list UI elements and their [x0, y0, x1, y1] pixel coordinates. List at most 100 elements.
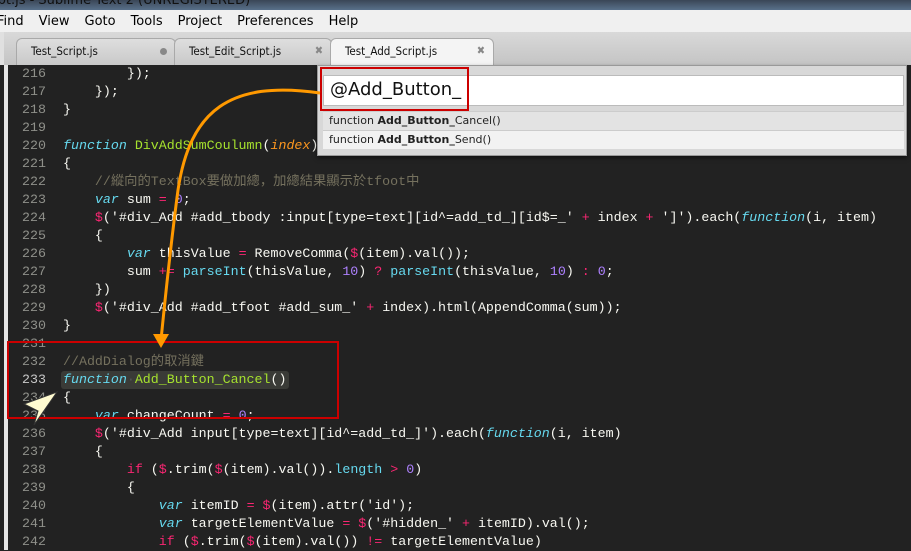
line-number: 217 — [22, 84, 46, 99]
line-number: 218 — [22, 102, 46, 117]
code-text: }); — [63, 83, 119, 101]
code-token: ']').each( — [653, 210, 742, 225]
code-line[interactable]: 237 { — [8, 443, 911, 461]
code-token: $ — [190, 534, 199, 549]
code-text: { — [63, 389, 71, 407]
result-prefix: function — [329, 133, 378, 146]
menu-help[interactable]: Help — [329, 14, 359, 29]
menu-bar: Find View Goto Tools Project Preferences… — [0, 10, 911, 32]
code-token: (thisValue, — [454, 264, 550, 279]
symbol-result[interactable]: function Add_Button_Send() — [323, 130, 904, 149]
menu-find[interactable]: Find — [0, 14, 24, 29]
code-token: () — [270, 372, 287, 387]
code-token: thisValue — [150, 246, 239, 261]
tab-test-add-script[interactable]: Test_Add_Script.js ✖ — [330, 38, 494, 65]
code-token: ( — [174, 534, 191, 549]
result-match: Add_Button_ — [377, 114, 455, 127]
line-number: 237 — [22, 444, 46, 459]
code-line[interactable]: 223 var sum = 0; — [8, 191, 911, 209]
code-line[interactable]: 221 { — [8, 155, 911, 173]
code-token: $ — [94, 210, 103, 225]
code-text: function·Add_Button_Cancel() — [63, 371, 286, 389]
line-number: 222 — [22, 174, 46, 189]
line-number: 219 — [22, 120, 46, 135]
code-line[interactable]: 229 $('#div_Add #add_tfoot #add_sum_' + … — [8, 299, 911, 317]
code-text: { — [63, 479, 135, 497]
symbol-result[interactable]: function Add_Button_Cancel() — [323, 111, 904, 130]
code-token: ; — [246, 408, 255, 423]
code-line[interactable]: 238 if ($.trim($(item).val()).length > 0… — [8, 461, 911, 479]
menu-project[interactable]: Project — [178, 14, 222, 29]
code-text: }); — [63, 65, 151, 83]
code-text: { — [63, 227, 103, 245]
code-token: index — [589, 210, 646, 225]
code-line[interactable]: 242 if ($.trim($(item).val()) != targetE… — [8, 533, 911, 551]
tab-test-script[interactable]: Test_Script.js — [16, 38, 176, 65]
code-line[interactable]: 225 { — [8, 227, 911, 245]
close-icon[interactable]: ✖ — [477, 44, 485, 57]
code-line[interactable]: 234 { — [8, 389, 911, 407]
code-token: { — [63, 228, 103, 243]
code-token: var — [158, 498, 183, 513]
menu-view[interactable]: View — [39, 14, 70, 29]
code-token: if — [126, 462, 143, 477]
code-token: ('#div_Add #add_tfoot #add_sum_' — [102, 300, 367, 315]
code-token: }) — [63, 282, 111, 297]
code-line[interactable]: 226 var thisValue = RemoveComma($(item).… — [8, 245, 911, 263]
code-token: }); — [63, 84, 119, 99]
code-token: ; — [182, 192, 191, 207]
code-line[interactable]: 230} — [8, 317, 911, 335]
code-line[interactable]: 231 — [8, 335, 911, 353]
code-line[interactable]: 235 var changeCount = 0; — [8, 407, 911, 425]
code-line[interactable]: 224 $('#div_Add #add_tbody :input[type=t… — [8, 209, 911, 227]
code-line[interactable]: 228 }) — [8, 281, 911, 299]
code-text: if ($.trim($(item).val()).length > 0) — [63, 461, 422, 479]
code-line[interactable]: 239 { — [8, 479, 911, 497]
code-token: }); — [63, 66, 151, 81]
code-line[interactable]: 236 $('#div_Add input[type=text][id^=add… — [8, 425, 911, 443]
tab-test-edit-script[interactable]: Test_Edit_Script.js ✖ — [174, 38, 332, 65]
code-text: var targetElementValue = $('#hidden_' + … — [63, 515, 590, 533]
title-bar: ipt.js - Sublime Text 2 (UNREGISTERED) — [0, 0, 911, 10]
code-token: $ — [214, 462, 223, 477]
code-token: (item).attr('id'); — [270, 498, 415, 513]
code-token: + — [462, 516, 471, 531]
code-token: += — [158, 264, 175, 279]
code-line[interactable]: 227 sum += parseInt(thisValue, 10) ? par… — [8, 263, 911, 281]
line-number: 228 — [22, 282, 46, 297]
code-token: = — [158, 192, 167, 207]
code-text: if ($.trim($(item).val()) != targetEleme… — [63, 533, 542, 551]
code-token: ( — [142, 462, 159, 477]
menu-goto[interactable]: Goto — [85, 14, 116, 29]
modified-dot-icon[interactable] — [160, 48, 167, 55]
code-text: var sum = 0; — [63, 191, 191, 209]
code-line[interactable]: 232 //AddDialog的取消鍵 — [8, 353, 911, 371]
code-text: { — [63, 443, 103, 461]
code-token: .trim( — [198, 534, 247, 549]
menu-tools[interactable]: Tools — [131, 14, 163, 29]
code-text: $('#div_Add input[type=text][id^=add_td_… — [63, 425, 622, 443]
code-line[interactable]: 222 //縱向的TextBox要做加總，加總結果顯示於tfoot中 — [8, 173, 911, 191]
code-token: Add_Button_Cancel — [134, 372, 271, 387]
code-token: sum — [118, 192, 159, 207]
tab-bar: Test_Script.js Test_Edit_Script.js ✖ Tes… — [0, 32, 911, 65]
code-text: } — [63, 101, 71, 119]
code-token: = — [246, 498, 255, 513]
code-line[interactable]: 241 var targetElementValue = $('#hidden_… — [8, 515, 911, 533]
code-text: $('#div_Add #add_tbody :input[type=text]… — [63, 209, 877, 227]
line-number: 229 — [22, 300, 46, 315]
menu-preferences[interactable]: Preferences — [237, 14, 313, 29]
goto-symbol-input[interactable]: @Add_Button_ — [323, 75, 904, 106]
code-token: (i, item) — [549, 426, 622, 441]
code-token: var — [94, 408, 119, 423]
close-icon[interactable]: ✖ — [315, 44, 323, 57]
code-line[interactable]: 233 function·Add_Button_Cancel() — [8, 371, 911, 389]
code-line[interactable]: 240 var itemID = $(item).attr('id'); — [8, 497, 911, 515]
